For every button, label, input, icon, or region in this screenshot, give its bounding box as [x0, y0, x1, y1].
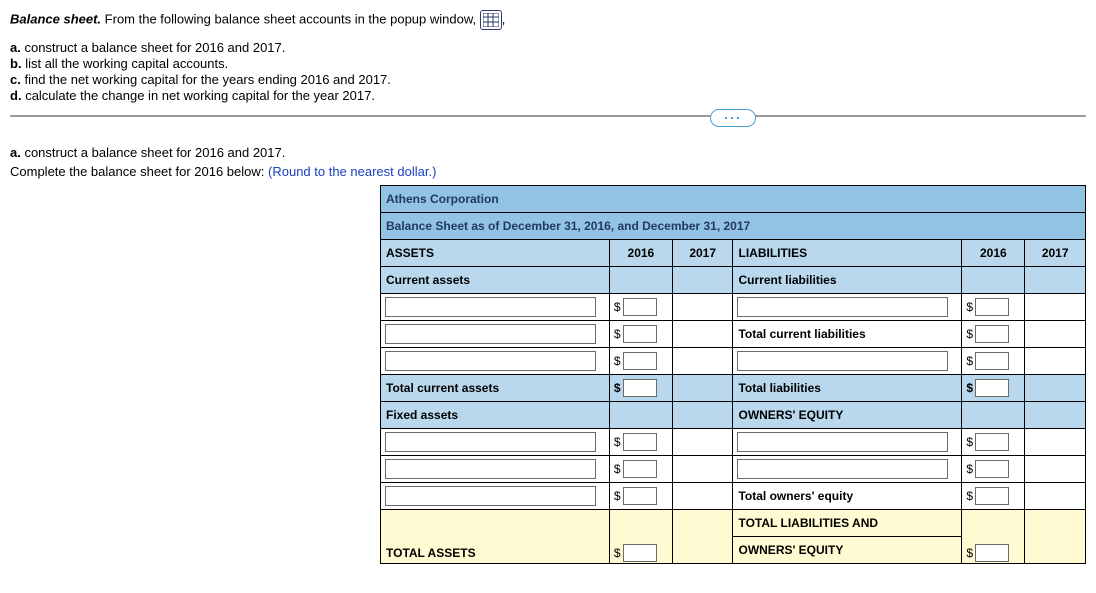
lbl-tl-and: TOTAL LIABILITIES AND — [733, 510, 962, 537]
q-b: list all the working capital accounts. — [25, 56, 228, 71]
asset-2016-3[interactable] — [623, 352, 657, 370]
lbl-total-cur-liab: Total current liabilities — [733, 321, 962, 348]
divider — [10, 115, 1086, 117]
q-d: calculate the change in net working capi… — [25, 88, 375, 103]
fixed-label-2[interactable] — [385, 459, 596, 479]
lbl-current-liab: Current liabilities — [733, 267, 962, 294]
section-a-repeat: a. construct a balance sheet for 2016 an… — [10, 145, 1086, 160]
corp-title: Athens Corporation — [381, 186, 1086, 213]
hdr-2017-l: 2017 — [1025, 240, 1086, 267]
balance-sheet-table: Athens Corporation Balance Sheet as of D… — [380, 185, 1086, 564]
lbl-owners-equity: OWNERS' EQUITY — [733, 402, 962, 429]
q-c: find the net working capital for the yea… — [24, 72, 390, 87]
intro-line: Balance sheet. From the following balanc… — [10, 10, 1086, 30]
fixed-2016-1[interactable] — [623, 433, 657, 451]
fixed-2016-2[interactable] — [623, 460, 657, 478]
intro-title: Balance sheet. — [10, 11, 101, 26]
hdr-2016-l: 2016 — [962, 240, 1025, 267]
expand-pill[interactable]: ... — [710, 109, 756, 127]
oe-2016-1[interactable] — [975, 433, 1009, 451]
lbl-total-oe: Total owners' equity — [733, 483, 962, 510]
lbl-tl-oe: OWNERS' EQUITY — [733, 537, 962, 564]
liab-2016-1[interactable] — [975, 298, 1009, 316]
liab-2016-2[interactable] — [975, 352, 1009, 370]
question-list: a. construct a balance sheet for 2016 an… — [10, 40, 1086, 103]
lbl-total-assets: TOTAL ASSETS — [381, 510, 610, 564]
liab-label-2[interactable] — [737, 351, 948, 371]
oe-label-1[interactable] — [737, 432, 948, 452]
tcl-2016[interactable] — [975, 325, 1009, 343]
asset-label-1[interactable] — [385, 297, 596, 317]
oe-label-2[interactable] — [737, 459, 948, 479]
intro-text: From the following balance sheet account… — [105, 11, 480, 26]
lbl-current-assets: Current assets — [381, 267, 610, 294]
ta-2016[interactable] — [623, 544, 657, 562]
fixed-label-1[interactable] — [385, 432, 596, 452]
asset-2016-2[interactable] — [623, 325, 657, 343]
complete-text: Complete the balance sheet for 2016 belo… — [10, 164, 268, 179]
tl-2016[interactable] — [975, 379, 1009, 397]
hdr-liab: LIABILITIES — [733, 240, 962, 267]
hdr-2016-a: 2016 — [609, 240, 672, 267]
popup-icon[interactable] — [480, 10, 502, 30]
asset-label-2[interactable] — [385, 324, 596, 344]
sheet-subtitle: Balance Sheet as of December 31, 2016, a… — [381, 213, 1086, 240]
toe-2016[interactable] — [975, 487, 1009, 505]
hdr-assets: ASSETS — [381, 240, 610, 267]
fixed-2016-3[interactable] — [623, 487, 657, 505]
intro-comma: , — [502, 11, 506, 26]
asset-label-3[interactable] — [385, 351, 596, 371]
oe-2016-2[interactable] — [975, 460, 1009, 478]
hdr-2017-a: 2017 — [672, 240, 733, 267]
q-a: construct a balance sheet for 2016 and 2… — [24, 40, 285, 55]
tca-2016[interactable] — [623, 379, 657, 397]
lbl-total-liab: Total liabilities — [733, 375, 962, 402]
round-note: (Round to the nearest dollar.) — [268, 164, 436, 179]
liab-label-1[interactable] — [737, 297, 948, 317]
tloe-2016[interactable] — [975, 544, 1009, 562]
asset-2016-1[interactable] — [623, 298, 657, 316]
complete-instruction: Complete the balance sheet for 2016 belo… — [10, 164, 1086, 179]
lbl-total-cur-assets: Total current assets — [381, 375, 610, 402]
lbl-fixed-assets: Fixed assets — [381, 402, 610, 429]
fixed-label-3[interactable] — [385, 486, 596, 506]
